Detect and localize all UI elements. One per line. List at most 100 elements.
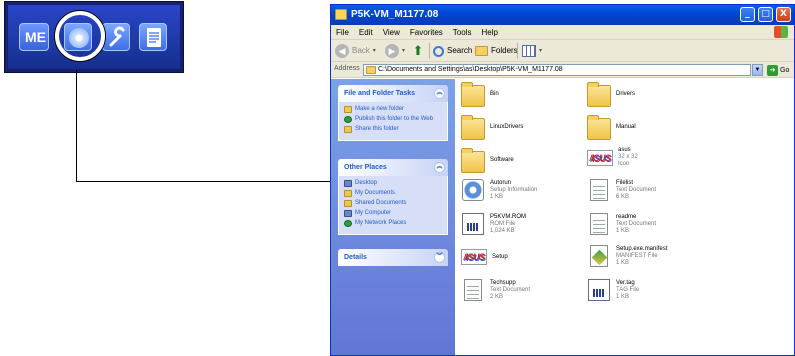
task-label: Make a new folder [355,106,405,112]
file-item-autorun[interactable]: Autorun Setup Information 1 KB [461,179,581,201]
folder-icon [461,115,485,140]
explorer-window: P5K-VM_M1177.08 _ □ X File Edit View Favori… [330,4,795,356]
text-document-icon [464,279,482,301]
expand-icon[interactable]: ︾ [434,252,445,263]
menu-help[interactable]: Help [476,25,502,40]
new-folder-icon [344,106,352,113]
address-bar: Address C:\Documents and Settings\as\Des… [331,62,794,78]
file-size: 6 KB [616,193,630,200]
file-item-drivers[interactable]: Drivers [587,82,707,107]
folders-button[interactable]: Folders [475,43,518,59]
folder-icon [344,190,352,197]
file-size: 1 KB [490,193,504,200]
file-name: Software [490,156,514,163]
views-icon [522,45,536,57]
search-icon [433,45,444,57]
file-name: Drivers [616,90,635,97]
file-item-vertag[interactable]: Ver.tag TAG File 1 KB [587,279,707,301]
place-my-documents[interactable]: My Documents [344,190,442,197]
place-label: Desktop [355,180,378,186]
file-item-linuxdrivers[interactable]: LinuxDrivers [461,115,581,140]
other-places-header[interactable]: Other Places ︽ [338,159,448,176]
back-button[interactable]: ◀ Back ▾ [335,43,376,59]
menu-view[interactable]: View [378,25,405,40]
address-value: C:\Documents and Settings\as\Desktop\P5K… [378,66,563,73]
other-places-panel: Other Places ︽ Desktop My Documents Shar… [338,159,448,235]
me-button[interactable]: ME [19,23,49,51]
asus-setup-icon: /ISUS [461,249,487,265]
up-folder-button[interactable]: ⬆ [411,43,425,59]
share-folder-icon [344,126,352,133]
maximize-button[interactable]: □ [758,7,773,22]
place-desktop[interactable]: Desktop [344,180,442,187]
minimize-button[interactable]: _ [740,7,755,22]
file-tasks-header[interactable]: File and Folder Tasks ︽ [338,85,448,102]
collapse-icon[interactable]: ︽ [434,88,445,99]
file-type: 32 x 32 [618,154,638,160]
wrench-graphic [109,26,125,47]
place-label: My Computer [355,210,392,216]
file-name: Ver.tag [616,279,635,286]
folder-icon [344,200,352,207]
file-size: Icon [618,161,630,167]
close-button[interactable]: X [776,7,791,22]
address-dropdown-icon[interactable]: ▼ [752,64,763,76]
views-button[interactable]: ▾ [522,43,542,59]
task-label: Publish this folder to the Web [355,116,433,122]
folder-icon [366,66,376,74]
forward-dropdown-icon: ▾ [402,48,406,54]
file-item-manual[interactable]: Manual [587,115,707,140]
details-title: Details [344,254,367,261]
title-bar[interactable]: P5K-VM_M1177.08 _ □ X [331,5,794,25]
file-item-manifest[interactable]: Setup.exe.manifest MANIFEST File 1 KB [587,245,707,267]
folders-label: Folders [491,46,518,55]
menu-tools[interactable]: Tools [448,25,477,40]
task-label: Share this folder [355,126,399,132]
place-my-computer[interactable]: My Computer [344,210,442,217]
file-name: Setup.exe.manifest [616,245,668,252]
document-icon[interactable] [139,23,167,51]
place-shared-documents[interactable]: Shared Documents [344,200,442,207]
file-item-rom[interactable]: P5KVM.ROM ROM File 1,024 KB [461,213,581,235]
document-graphic [147,28,161,47]
text-document-icon [590,179,608,201]
wrench-icon[interactable] [102,23,130,51]
windows-logo-icon [774,26,788,38]
details-header[interactable]: Details ︾ [338,249,448,266]
file-item-bin[interactable]: Bin [461,82,581,107]
leader-line-vertical [76,70,77,182]
search-button[interactable]: Search [433,43,472,59]
address-field[interactable]: C:\Documents and Settings\as\Desktop\P5K… [363,64,751,76]
search-label: Search [447,46,473,55]
task-publish-web[interactable]: Publish this folder to the Web [344,116,442,123]
network-icon [344,220,352,227]
screenshot: ME P5K-VM_M1177.08 _ □ X File Edit View Fav… [0,0,795,356]
file-item-setup[interactable]: /ISUS Setup [461,249,581,265]
file-size: 1 KB [616,227,630,234]
collapse-icon[interactable]: ︽ [434,162,445,173]
file-item-filelist[interactable]: Filelist Text Document 6 KB [587,179,707,201]
file-size: 1,024 KB [490,227,515,234]
file-size: 1 KB [616,293,630,300]
task-share-folder[interactable]: Share this folder [344,126,442,133]
folder-icon [587,115,611,140]
forward-button[interactable]: ▶ ▾ [385,43,405,59]
file-size: 1 KB [616,259,630,266]
file-item-asus[interactable]: /ISUS asus 32 x 32 Icon [587,147,707,168]
file-item-readme[interactable]: readme Text Document 1 KB [587,213,707,235]
go-button[interactable]: ➜ Go [767,64,789,76]
folder-icon [461,82,485,107]
menu-edit[interactable]: Edit [354,25,378,40]
folder-icon [335,9,347,20]
setup-info-icon [462,179,484,201]
file-item-techsupp[interactable]: Techsupp Text Document 2 KB [461,279,581,301]
file-name: Autorun [490,179,512,186]
file-item-software[interactable]: Software [461,148,581,173]
task-make-folder[interactable]: Make a new folder [344,106,442,113]
menu-file[interactable]: File [331,25,354,40]
place-network[interactable]: My Network Places [344,220,442,227]
menu-favorites[interactable]: Favorites [405,25,448,40]
file-name: Techsupp [490,279,516,286]
place-label: My Network Places [355,220,407,226]
leader-line-horizontal [76,181,334,182]
